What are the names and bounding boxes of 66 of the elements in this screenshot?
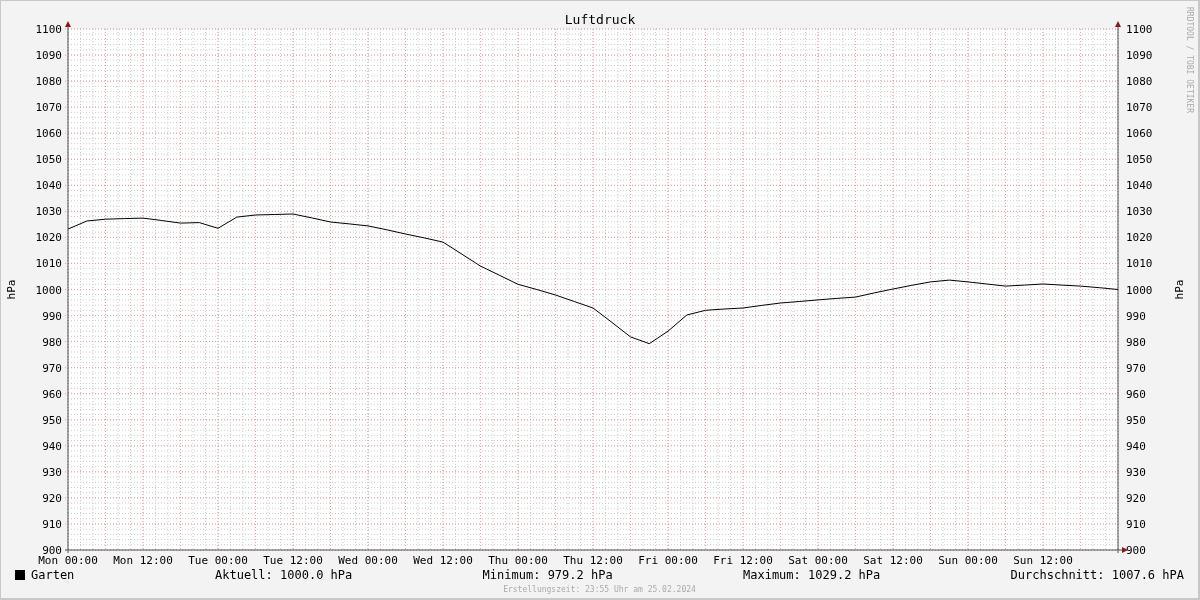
- y-tick-label: 950: [42, 413, 62, 427]
- y-tick-label: 1000: [35, 283, 62, 297]
- x-tick-label: Mon 12:00: [113, 554, 173, 566]
- footer-timestamp: Erstellungszeit: 23:55 Uhr am 25.02.2024: [503, 584, 696, 596]
- y-tick-label: 1050: [1126, 153, 1153, 167]
- x-tick-label: Wed 12:00: [413, 554, 473, 566]
- y-tick-label: 1030: [1126, 205, 1153, 219]
- y-tick-label: 900: [42, 544, 62, 557]
- x-tick-label: Sun 00:00: [938, 554, 998, 566]
- y-tick-label: 1070: [35, 101, 62, 115]
- y-tick-label: 1070: [1126, 101, 1153, 115]
- y-tick-label: 970: [42, 361, 62, 375]
- legend-stat: Aktuell: 1000.0 hPa: [215, 567, 353, 584]
- y-tick-label: 1090: [35, 49, 62, 63]
- y-tick-label: 970: [1126, 361, 1146, 375]
- y-tick-label: 1040: [35, 179, 62, 193]
- x-tick-label: Sat 00:00: [788, 554, 848, 566]
- y-tick-label: 1050: [35, 153, 62, 167]
- y-tick-label: 1010: [35, 257, 62, 271]
- y-tick-label: 1080: [1126, 75, 1153, 89]
- y-tick-label: 960: [42, 387, 62, 401]
- y-tick-label: 1090: [1126, 49, 1153, 63]
- y-tick-label: 920: [42, 491, 62, 505]
- x-tick-label: Fri 00:00: [638, 554, 698, 566]
- legend-stat: Durchschnitt: 1007.6 hPA: [1010, 567, 1184, 584]
- y-tick-label: 950: [1126, 413, 1146, 427]
- y-tick-label: 920: [1126, 491, 1146, 505]
- x-tick-label: Thu 00:00: [488, 554, 548, 566]
- x-tick-label: Sun 12:00: [1013, 554, 1073, 566]
- y-tick-label: 930: [1126, 465, 1146, 479]
- y-tick-label: 940: [42, 439, 62, 453]
- y-tick-label: 980: [1126, 335, 1146, 349]
- y-tick-label: 1060: [1126, 127, 1153, 141]
- y-tick-label: 940: [1126, 439, 1146, 453]
- y-tick-label: 990: [42, 309, 62, 323]
- y-tick-label: 930: [42, 465, 62, 479]
- y-tick-label: 910: [1126, 517, 1146, 531]
- y-tick-label: 1000: [1126, 283, 1153, 297]
- y-tick-label: 960: [1126, 387, 1146, 401]
- y-tick-label: 1060: [35, 127, 62, 141]
- y-axis-title: hPa: [1173, 279, 1186, 300]
- chart-title: Luftdruck: [564, 12, 636, 27]
- x-tick-label: Sat 12:00: [863, 554, 923, 566]
- x-tick-label: Fri 12:00: [713, 554, 773, 566]
- y-tick-label: 980: [42, 335, 62, 349]
- y-tick-label: 1040: [1126, 179, 1153, 193]
- vertical-credit-label: RRDTOOL / TOBI OETIKER: [1185, 7, 1194, 113]
- x-tick-label: Mon 00:00: [38, 554, 98, 566]
- y-tick-label: 1010: [1126, 257, 1153, 271]
- y-tick-label: 1020: [35, 231, 62, 245]
- y-tick-label: 1020: [1126, 231, 1153, 245]
- x-tick-label: Tue 12:00: [263, 554, 323, 566]
- x-tick-label: Wed 00:00: [338, 554, 398, 566]
- legend-stat: Minimum: 979.2 hPa: [482, 567, 613, 584]
- x-tick-label: Thu 12:00: [563, 554, 623, 566]
- y-tick-label: 910: [42, 517, 62, 531]
- legend-stat: Maximum: 1029.2 hPa: [743, 567, 881, 584]
- y-tick-label: 1030: [35, 205, 62, 219]
- y-tick-label: 900: [1126, 544, 1146, 557]
- y-tick-label: 1100: [1126, 23, 1153, 36]
- legend-label: Garten: [31, 567, 75, 584]
- y-tick-label: 1100: [35, 23, 62, 36]
- y-tick-label: 1080: [35, 75, 62, 89]
- y-tick-label: 990: [1126, 309, 1146, 323]
- x-tick-label: Tue 00:00: [188, 554, 248, 566]
- y-axis-title: hPa: [5, 279, 18, 300]
